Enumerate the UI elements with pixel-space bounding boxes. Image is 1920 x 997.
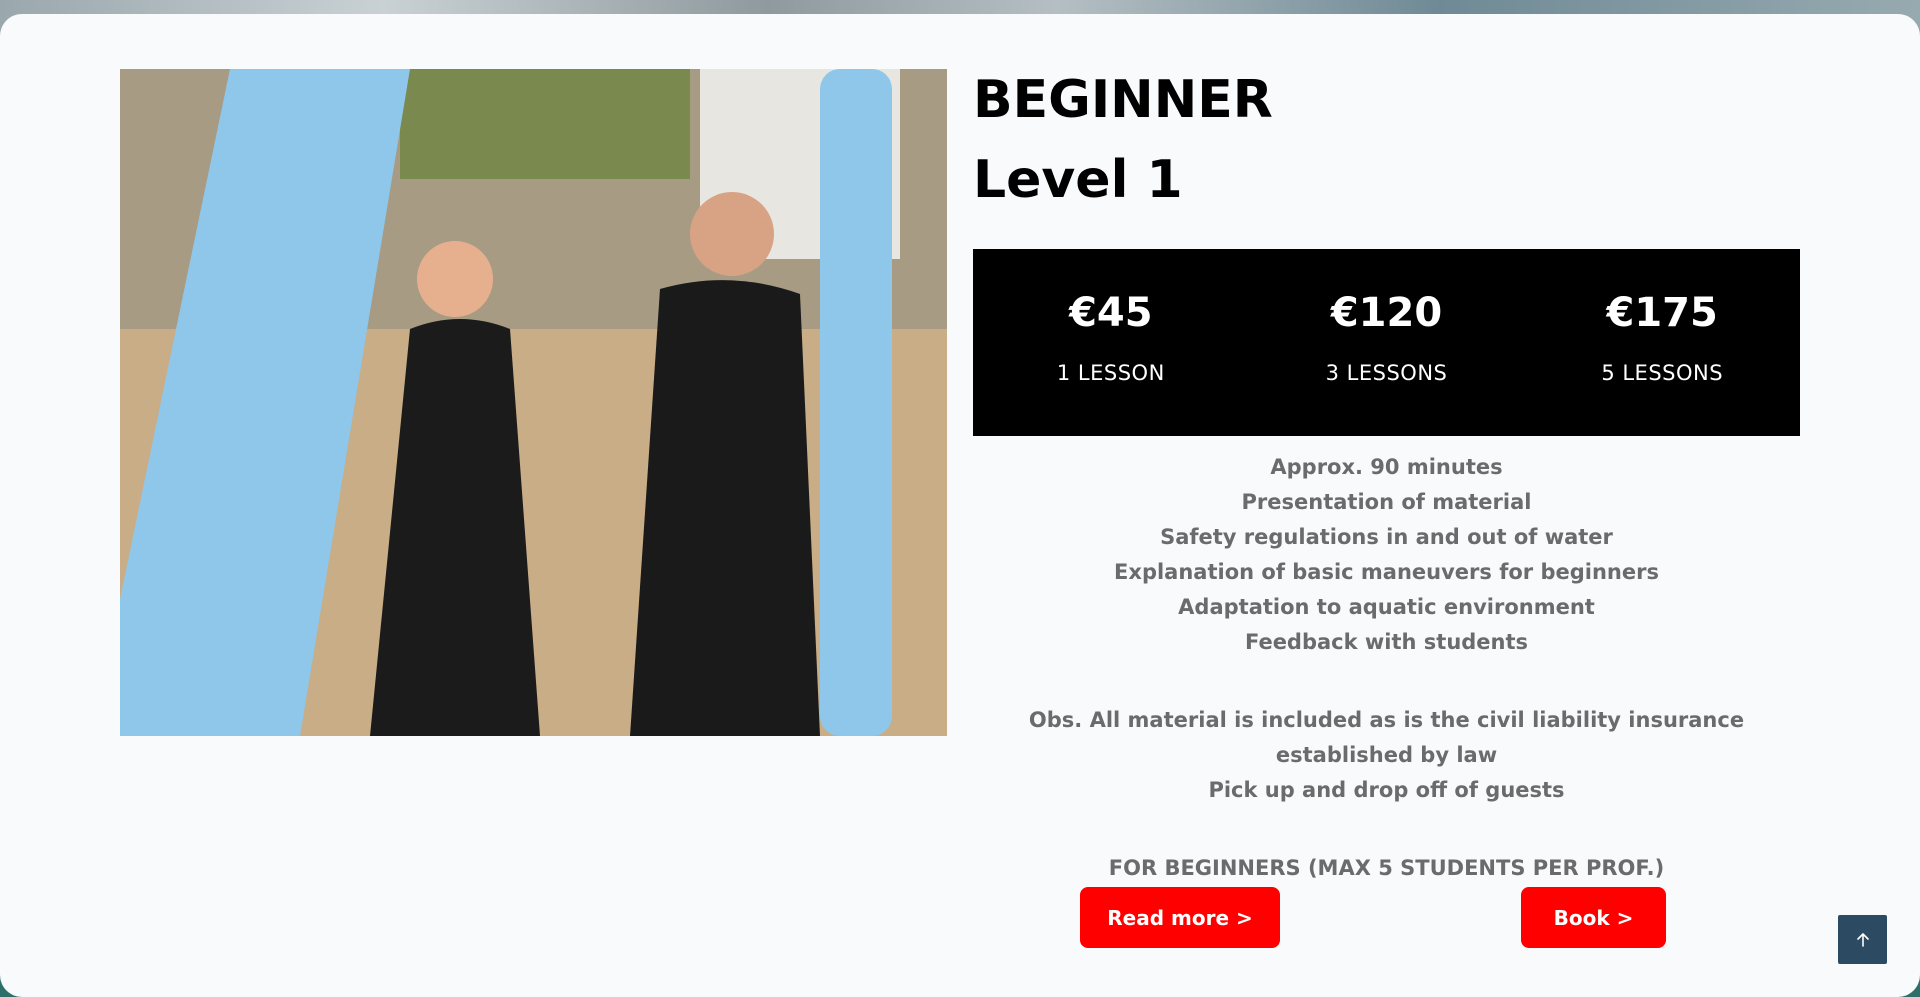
material-note: Obs. All material is included as is the … — [1028, 708, 1745, 767]
price-option-3: €120 3 LESSONS — [1249, 249, 1525, 436]
price-label: 5 LESSONS — [1601, 361, 1724, 385]
pickup-note: Pick up and drop off of guests — [1208, 778, 1565, 802]
price-label: 3 LESSONS — [1325, 361, 1448, 385]
price-table: €45 1 LESSON €120 3 LESSONS €175 5 LESSO… — [973, 249, 1800, 436]
price-option-1: €45 1 LESSON — [973, 249, 1249, 436]
lesson-details: Approx. 90 minutes Presentation of mater… — [973, 450, 1800, 886]
detail-item: Explanation of basic maneuvers for begin… — [1114, 560, 1659, 584]
level-subtitle: Level 1 — [973, 150, 1183, 210]
group-size-note: FOR BEGINNERS (MAX 5 STUDENTS PER PROF.) — [1108, 856, 1665, 880]
arrow-up-icon — [1856, 932, 1869, 947]
price-amount: €175 — [1606, 290, 1718, 336]
price-amount: €120 — [1330, 290, 1443, 336]
price-label: 1 LESSON — [1056, 361, 1165, 385]
lesson-photo — [120, 69, 947, 736]
read-more-button[interactable]: Read more > — [1080, 887, 1280, 948]
book-button[interactable]: Book > — [1521, 887, 1666, 948]
detail-item: Approx. 90 minutes — [1270, 455, 1503, 479]
price-option-5: €175 5 LESSONS — [1524, 249, 1800, 436]
detail-item: Adaptation to aquatic environment — [1178, 595, 1595, 619]
detail-item: Presentation of material — [1241, 490, 1532, 514]
detail-item: Feedback with students — [1244, 630, 1529, 654]
level-title: BEGINNER — [973, 70, 1273, 130]
detail-item: Safety regulations in and out of water — [1160, 525, 1613, 549]
price-amount: €45 — [1069, 290, 1153, 336]
back-to-top-button[interactable] — [1838, 915, 1887, 964]
